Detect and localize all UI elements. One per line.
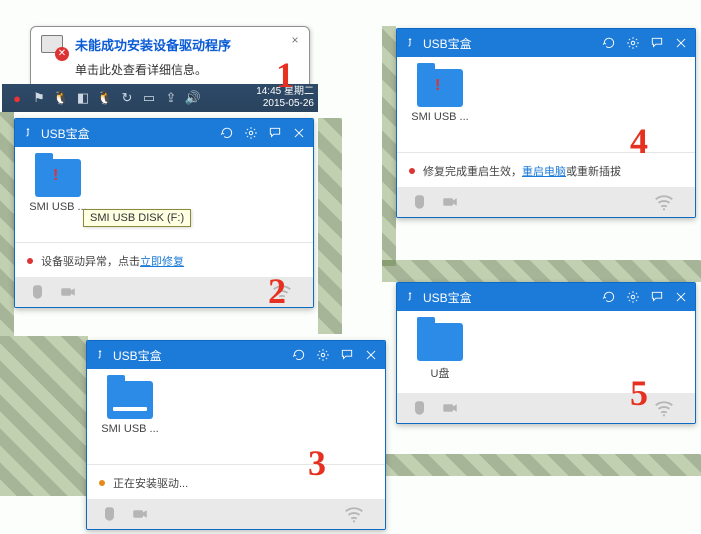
usb-box-panel-5: USB宝盒 U盘 <box>396 282 696 424</box>
usb-box-panel-4: USB宝盒 ! SMI USB ... 修复完成重启生效， 重启电脑 或重新插拔 <box>396 28 696 218</box>
refresh-icon[interactable] <box>291 347 307 363</box>
panel-title-text: USB宝盒 <box>423 289 601 306</box>
taskbar-clock[interactable]: 14:45 星期二 2015-05-26 <box>256 86 314 110</box>
drive-label: SMI USB ... <box>27 201 89 213</box>
panel-footer <box>15 277 313 307</box>
panel-title-text: USB宝盒 <box>113 347 291 364</box>
drive-label: SMI USB ... <box>409 111 471 123</box>
refresh-icon[interactable] <box>601 289 617 305</box>
usb-icon <box>93 348 107 362</box>
clock-date: 2015-05-26 <box>256 98 314 110</box>
folder-error-icon: ! <box>417 69 463 107</box>
restart-link[interactable]: 重启电脑 <box>522 163 566 179</box>
status-text-suffix: 或重新插拔 <box>566 163 621 179</box>
camera-icon[interactable] <box>57 281 79 303</box>
panel-title-text: USB宝盒 <box>423 35 601 52</box>
tray-flag-icon[interactable]: ⚑ <box>30 89 48 107</box>
usb-drive[interactable]: ! SMI USB ... <box>409 69 471 123</box>
gear-icon[interactable] <box>625 289 641 305</box>
status-text: 正在安装驱动... <box>113 475 188 491</box>
gear-icon[interactable] <box>243 125 259 141</box>
mouse-icon[interactable] <box>25 281 47 303</box>
usb-box-panel-2: USB宝盒 ! SMI USB ... SMI USB DISK (F:) 设备… <box>14 118 314 308</box>
gear-icon[interactable] <box>315 347 331 363</box>
usb-icon <box>21 126 35 140</box>
mouse-icon[interactable] <box>407 191 429 213</box>
status-dot-icon <box>99 480 105 486</box>
feedback-icon[interactable] <box>649 289 665 305</box>
usb-icon <box>403 290 417 304</box>
camera-icon[interactable] <box>129 503 151 525</box>
refresh-icon[interactable] <box>601 35 617 51</box>
status-text: 修复完成重启生效， <box>423 163 522 179</box>
status-bar: 修复完成重启生效， 重启电脑 或重新插拔 <box>397 152 695 187</box>
panel-title-bar: USB宝盒 <box>397 29 695 57</box>
tray-icon[interactable]: ● <box>8 89 26 107</box>
tray-refresh-icon[interactable]: ↻ <box>118 89 136 107</box>
tray-icon[interactable]: ◧ <box>74 89 92 107</box>
status-bar: 设备驱动异常，点击 立即修复 <box>15 242 313 277</box>
balloon-close-button[interactable]: × <box>287 33 303 49</box>
usb-drive[interactable]: SMI USB ... <box>99 381 161 435</box>
folder-error-icon: ! <box>35 159 81 197</box>
tray-volume-icon[interactable]: 🔊 <box>184 89 202 107</box>
refresh-icon[interactable] <box>219 125 235 141</box>
balloon-subtitle: 单击此处查看详细信息。 <box>75 61 299 78</box>
camera-icon[interactable] <box>439 191 461 213</box>
status-dot-icon <box>27 258 33 264</box>
usb-drive[interactable]: U盘 <box>409 323 471 381</box>
status-text: 设备驱动异常，点击 <box>41 253 140 269</box>
close-icon[interactable] <box>673 289 689 305</box>
wifi-icon[interactable] <box>653 191 675 213</box>
wifi-icon[interactable] <box>343 503 365 525</box>
fix-now-link[interactable]: 立即修复 <box>140 253 184 269</box>
gear-icon[interactable] <box>625 35 641 51</box>
status-dot-icon <box>409 168 415 174</box>
camera-icon[interactable] <box>439 397 461 419</box>
tray-usb-icon[interactable]: ⇪ <box>162 89 180 107</box>
panel-title-bar: USB宝盒 <box>87 341 385 369</box>
usb-drive[interactable]: ! SMI USB ... <box>27 159 89 213</box>
driver-failed-balloon[interactable]: ✕ 未能成功安装设备驱动程序 单击此处查看详细信息。 × <box>30 26 310 89</box>
panel-title-bar: USB宝盒 <box>15 119 313 147</box>
folder-icon <box>417 323 463 361</box>
close-icon[interactable] <box>673 35 689 51</box>
panel-footer <box>87 499 385 529</box>
usb-box-panel-3: USB宝盒 SMI USB ... 正在安装驱动... <box>86 340 386 530</box>
drive-label: U盘 <box>409 365 471 381</box>
status-bar: 正在安装驱动... <box>87 464 385 499</box>
usb-icon <box>403 36 417 50</box>
feedback-icon[interactable] <box>267 125 283 141</box>
tray-battery-icon[interactable]: ▭ <box>140 89 158 107</box>
wifi-icon[interactable] <box>653 397 675 419</box>
balloon-title: 未能成功安装设备驱动程序 <box>75 35 231 54</box>
device-error-icon: ✕ <box>41 35 67 59</box>
drive-label: SMI USB ... <box>99 423 161 435</box>
folder-progress-icon <box>107 381 153 419</box>
feedback-icon[interactable] <box>649 35 665 51</box>
tray-qq-icon[interactable]: 🐧 <box>52 89 70 107</box>
mouse-icon[interactable] <box>407 397 429 419</box>
windows-taskbar: ● ⚑ 🐧 ◧ 🐧 ↻ ▭ ⇪ 🔊 14:45 星期二 2015-05-26 <box>2 84 318 112</box>
tray-qq-icon[interactable]: 🐧 <box>96 89 114 107</box>
close-icon[interactable] <box>291 125 307 141</box>
wifi-icon[interactable] <box>271 281 293 303</box>
mouse-icon[interactable] <box>97 503 119 525</box>
close-icon[interactable] <box>363 347 379 363</box>
clock-time: 14:45 星期二 <box>256 86 314 98</box>
panel-title-bar: USB宝盒 <box>397 283 695 311</box>
feedback-icon[interactable] <box>339 347 355 363</box>
panel-footer <box>397 187 695 217</box>
panel-title-text: USB宝盒 <box>41 125 219 142</box>
drive-tooltip: SMI USB DISK (F:) <box>83 209 191 227</box>
panel-footer <box>397 393 695 423</box>
